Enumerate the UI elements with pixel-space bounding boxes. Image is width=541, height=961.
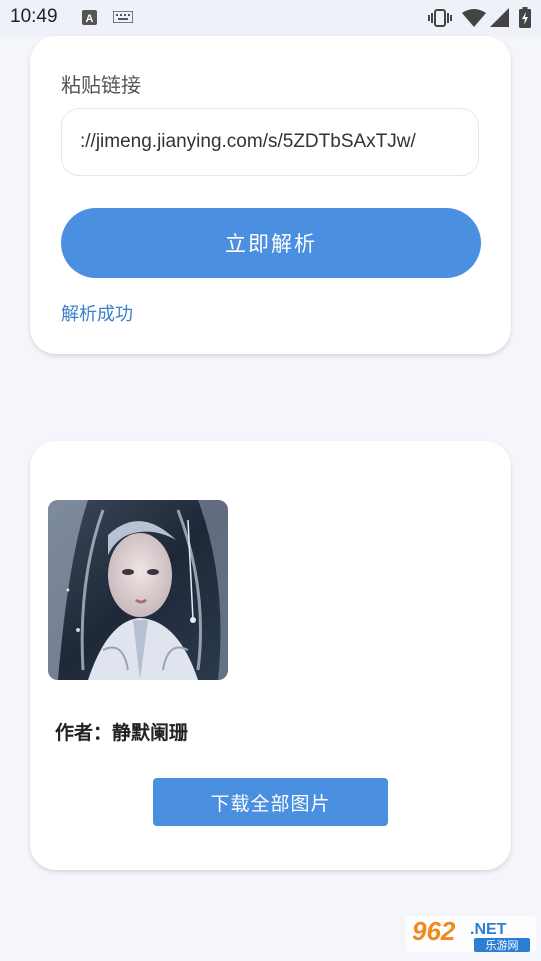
a-keyboard-icon: A xyxy=(82,10,97,25)
paste-link-label: 粘贴链接 xyxy=(61,73,141,97)
status-time: 10:49 xyxy=(10,6,58,27)
author-text: 作者：静默阑珊 xyxy=(55,722,189,744)
keyboard-icon xyxy=(113,11,133,23)
vibrate-icon xyxy=(428,9,452,27)
parse-status-text: 解析成功 xyxy=(61,304,133,325)
site-watermark-logo: 962 .NET 乐游网 xyxy=(402,912,540,956)
wifi-icon xyxy=(462,9,486,27)
svg-text:乐游网: 乐游网 xyxy=(486,939,519,952)
url-input[interactable] xyxy=(61,108,479,176)
svg-text:.NET: .NET xyxy=(470,921,507,938)
parse-now-button[interactable]: 立即解析 xyxy=(61,208,481,278)
download-all-images-button[interactable]: 下载全部图片 xyxy=(153,778,388,826)
signal-icon xyxy=(490,8,509,27)
svg-text:962: 962 xyxy=(412,916,456,946)
svg-text:A: A xyxy=(86,13,94,25)
result-image-thumbnail[interactable] xyxy=(48,500,228,680)
battery-icon xyxy=(519,7,531,28)
result-card: 作者：静默阑珊 下载全部图片 xyxy=(30,441,511,870)
parse-card: 粘贴链接 立即解析 解析成功 xyxy=(30,36,511,354)
status-bar: 10:49 A xyxy=(0,0,541,36)
